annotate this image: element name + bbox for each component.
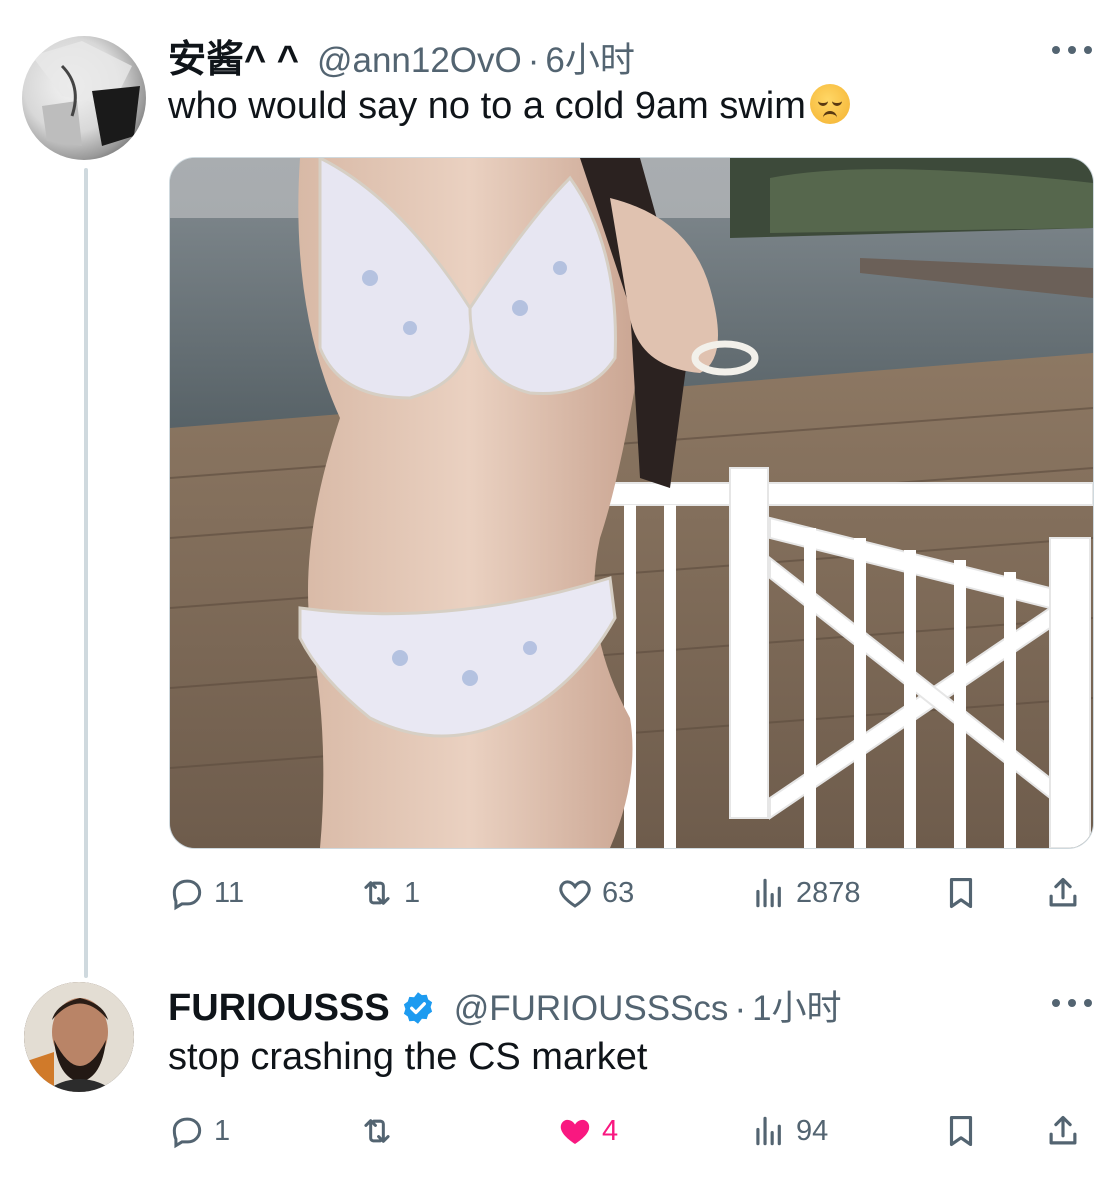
verified-badge-icon: [400, 990, 436, 1026]
bookmark-button[interactable]: [942, 1106, 980, 1156]
reply-button[interactable]: 1: [168, 1106, 230, 1156]
like-icon: [559, 880, 591, 908]
views-icon: [756, 1116, 781, 1146]
reply-icon: [172, 1117, 202, 1149]
tweet-actions: 11 1 63 2878: [168, 868, 1088, 918]
tweet-text-content: who would say no to a cold 9am swim: [168, 85, 806, 127]
like-icon-filled: [560, 1119, 590, 1144]
avatar[interactable]: [24, 982, 134, 1092]
retweet-button[interactable]: 1: [358, 868, 420, 918]
tweet-header: 安酱^ ^ @ann12OvO · 6小时: [168, 28, 635, 83]
relieved-face-emoji-icon: [809, 84, 850, 124]
retweet-icon: [364, 881, 390, 905]
like-count: 4: [602, 1114, 619, 1147]
timestamp[interactable]: 1小时: [752, 980, 841, 1031]
separator: ·: [527, 41, 540, 80]
tweet-media-photo[interactable]: [169, 157, 1094, 849]
reply-count: 11: [214, 876, 245, 909]
share-button[interactable]: [1044, 1106, 1082, 1156]
tweet-text: who would say no to a cold 9am swim: [168, 84, 850, 128]
author-name[interactable]: 安酱^ ^: [168, 28, 299, 83]
reply-icon: [172, 879, 202, 911]
like-button[interactable]: 63: [556, 868, 634, 918]
tweet-text: stop crashing the CS market: [168, 1036, 648, 1078]
photo-lake-dock: [170, 158, 1093, 848]
bookmark-icon: [949, 1115, 973, 1147]
share-icon: [1049, 1115, 1077, 1145]
tweet-header: FURIOUSSS @FURIOUSSScs · 1小时: [168, 980, 842, 1031]
retweet-button[interactable]: [358, 1106, 404, 1156]
retweet-count: 1: [404, 876, 421, 909]
timestamp[interactable]: 6小时: [545, 32, 634, 83]
bookmark-button[interactable]: [942, 868, 980, 918]
views-button[interactable]: 94: [750, 1106, 828, 1156]
avatar-photo: [24, 982, 134, 1092]
thread-connector-line: [84, 168, 88, 978]
share-button[interactable]: [1044, 868, 1082, 918]
avatar-illustration: [32, 41, 140, 146]
views-count: 94: [796, 1114, 829, 1147]
author-handle[interactable]: @FURIOUSSScs: [454, 989, 729, 1029]
views-count: 2878: [796, 876, 861, 909]
more-icon[interactable]: [1052, 996, 1092, 1010]
share-icon: [1049, 877, 1077, 907]
retweet-icon: [364, 1119, 390, 1143]
views-icon: [756, 878, 781, 908]
separator: ·: [734, 989, 747, 1028]
tweet-actions: 1 4 94: [168, 1106, 1088, 1156]
author-handle[interactable]: @ann12OvO: [317, 41, 522, 81]
reply-button[interactable]: 11: [168, 868, 244, 918]
avatar[interactable]: [22, 36, 146, 160]
bookmark-icon: [949, 877, 973, 909]
like-count: 63: [602, 876, 635, 909]
more-icon[interactable]: [1052, 43, 1092, 57]
like-button[interactable]: 4: [556, 1106, 618, 1156]
author-name[interactable]: FURIOUSSS: [168, 987, 390, 1030]
reply-count: 1: [214, 1114, 231, 1147]
views-button[interactable]: 2878: [750, 868, 861, 918]
